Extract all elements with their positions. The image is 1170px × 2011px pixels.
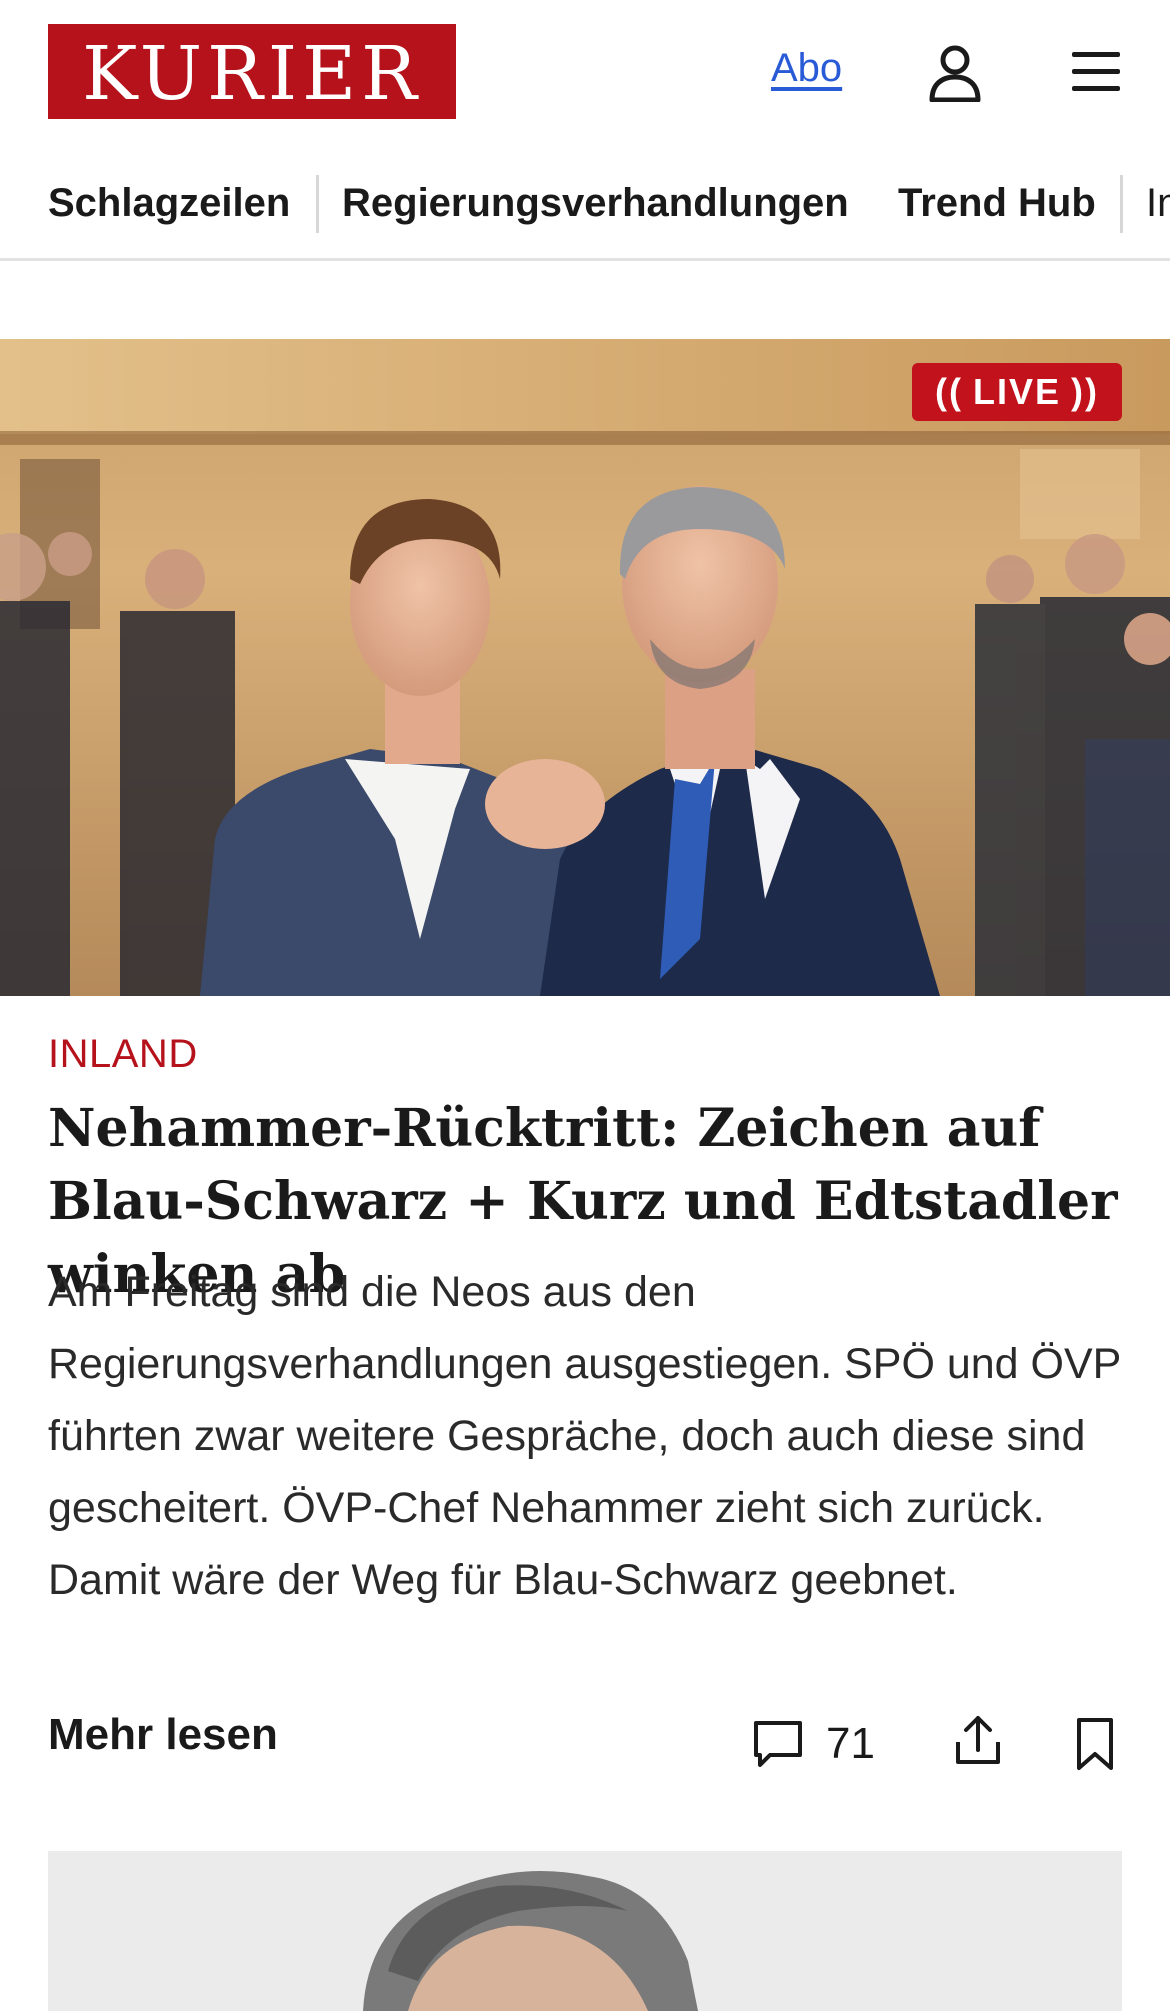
live-badge-left-waves: (( bbox=[935, 371, 963, 412]
hero-image[interactable]: (( LIVE )) bbox=[0, 339, 1170, 996]
nav-item-inland[interactable]: In bbox=[1146, 181, 1170, 226]
comments-button[interactable]: 71 bbox=[752, 1714, 875, 1774]
read-more-link[interactable]: Mehr lesen bbox=[48, 1710, 278, 1760]
nav-item-schlagzeilen[interactable]: Schlagzeilen bbox=[48, 181, 290, 226]
next-article-image[interactable] bbox=[48, 1851, 1122, 2011]
next-article-photo bbox=[48, 1851, 1122, 2011]
logo-text: KURIER bbox=[82, 30, 422, 117]
hamburger-menu-icon[interactable] bbox=[1070, 48, 1122, 96]
topic-navigation: Schlagzeilen Regierungsverhandlungen Tre… bbox=[0, 165, 1170, 261]
site-header: KURIER Abo bbox=[0, 0, 1170, 150]
nav-divider bbox=[316, 175, 319, 233]
share-icon[interactable] bbox=[952, 1712, 1004, 1768]
user-icon[interactable] bbox=[928, 44, 982, 103]
hero-photo bbox=[0, 339, 1170, 996]
comment-count: 71 bbox=[826, 1719, 875, 1768]
nav-divider bbox=[1120, 175, 1123, 233]
nav-item-trend-hub[interactable]: Trend Hub bbox=[898, 181, 1096, 226]
article-teaser: Am Freitag sind die Neos aus den Regieru… bbox=[48, 1268, 1121, 1604]
abo-link[interactable]: Abo bbox=[771, 46, 842, 91]
live-badge: (( LIVE )) bbox=[912, 363, 1122, 421]
live-badge-right-waves: )) bbox=[1071, 371, 1099, 412]
live-badge-label: LIVE bbox=[972, 371, 1061, 412]
comment-icon bbox=[754, 1721, 802, 1767]
article-category[interactable]: INLAND bbox=[48, 1032, 198, 1077]
nav-item-regierungsverhandlungen[interactable]: Regierungsverhandlungen bbox=[342, 181, 849, 226]
kurier-logo[interactable]: KURIER bbox=[48, 24, 456, 119]
bookmark-icon[interactable] bbox=[1074, 1716, 1116, 1772]
